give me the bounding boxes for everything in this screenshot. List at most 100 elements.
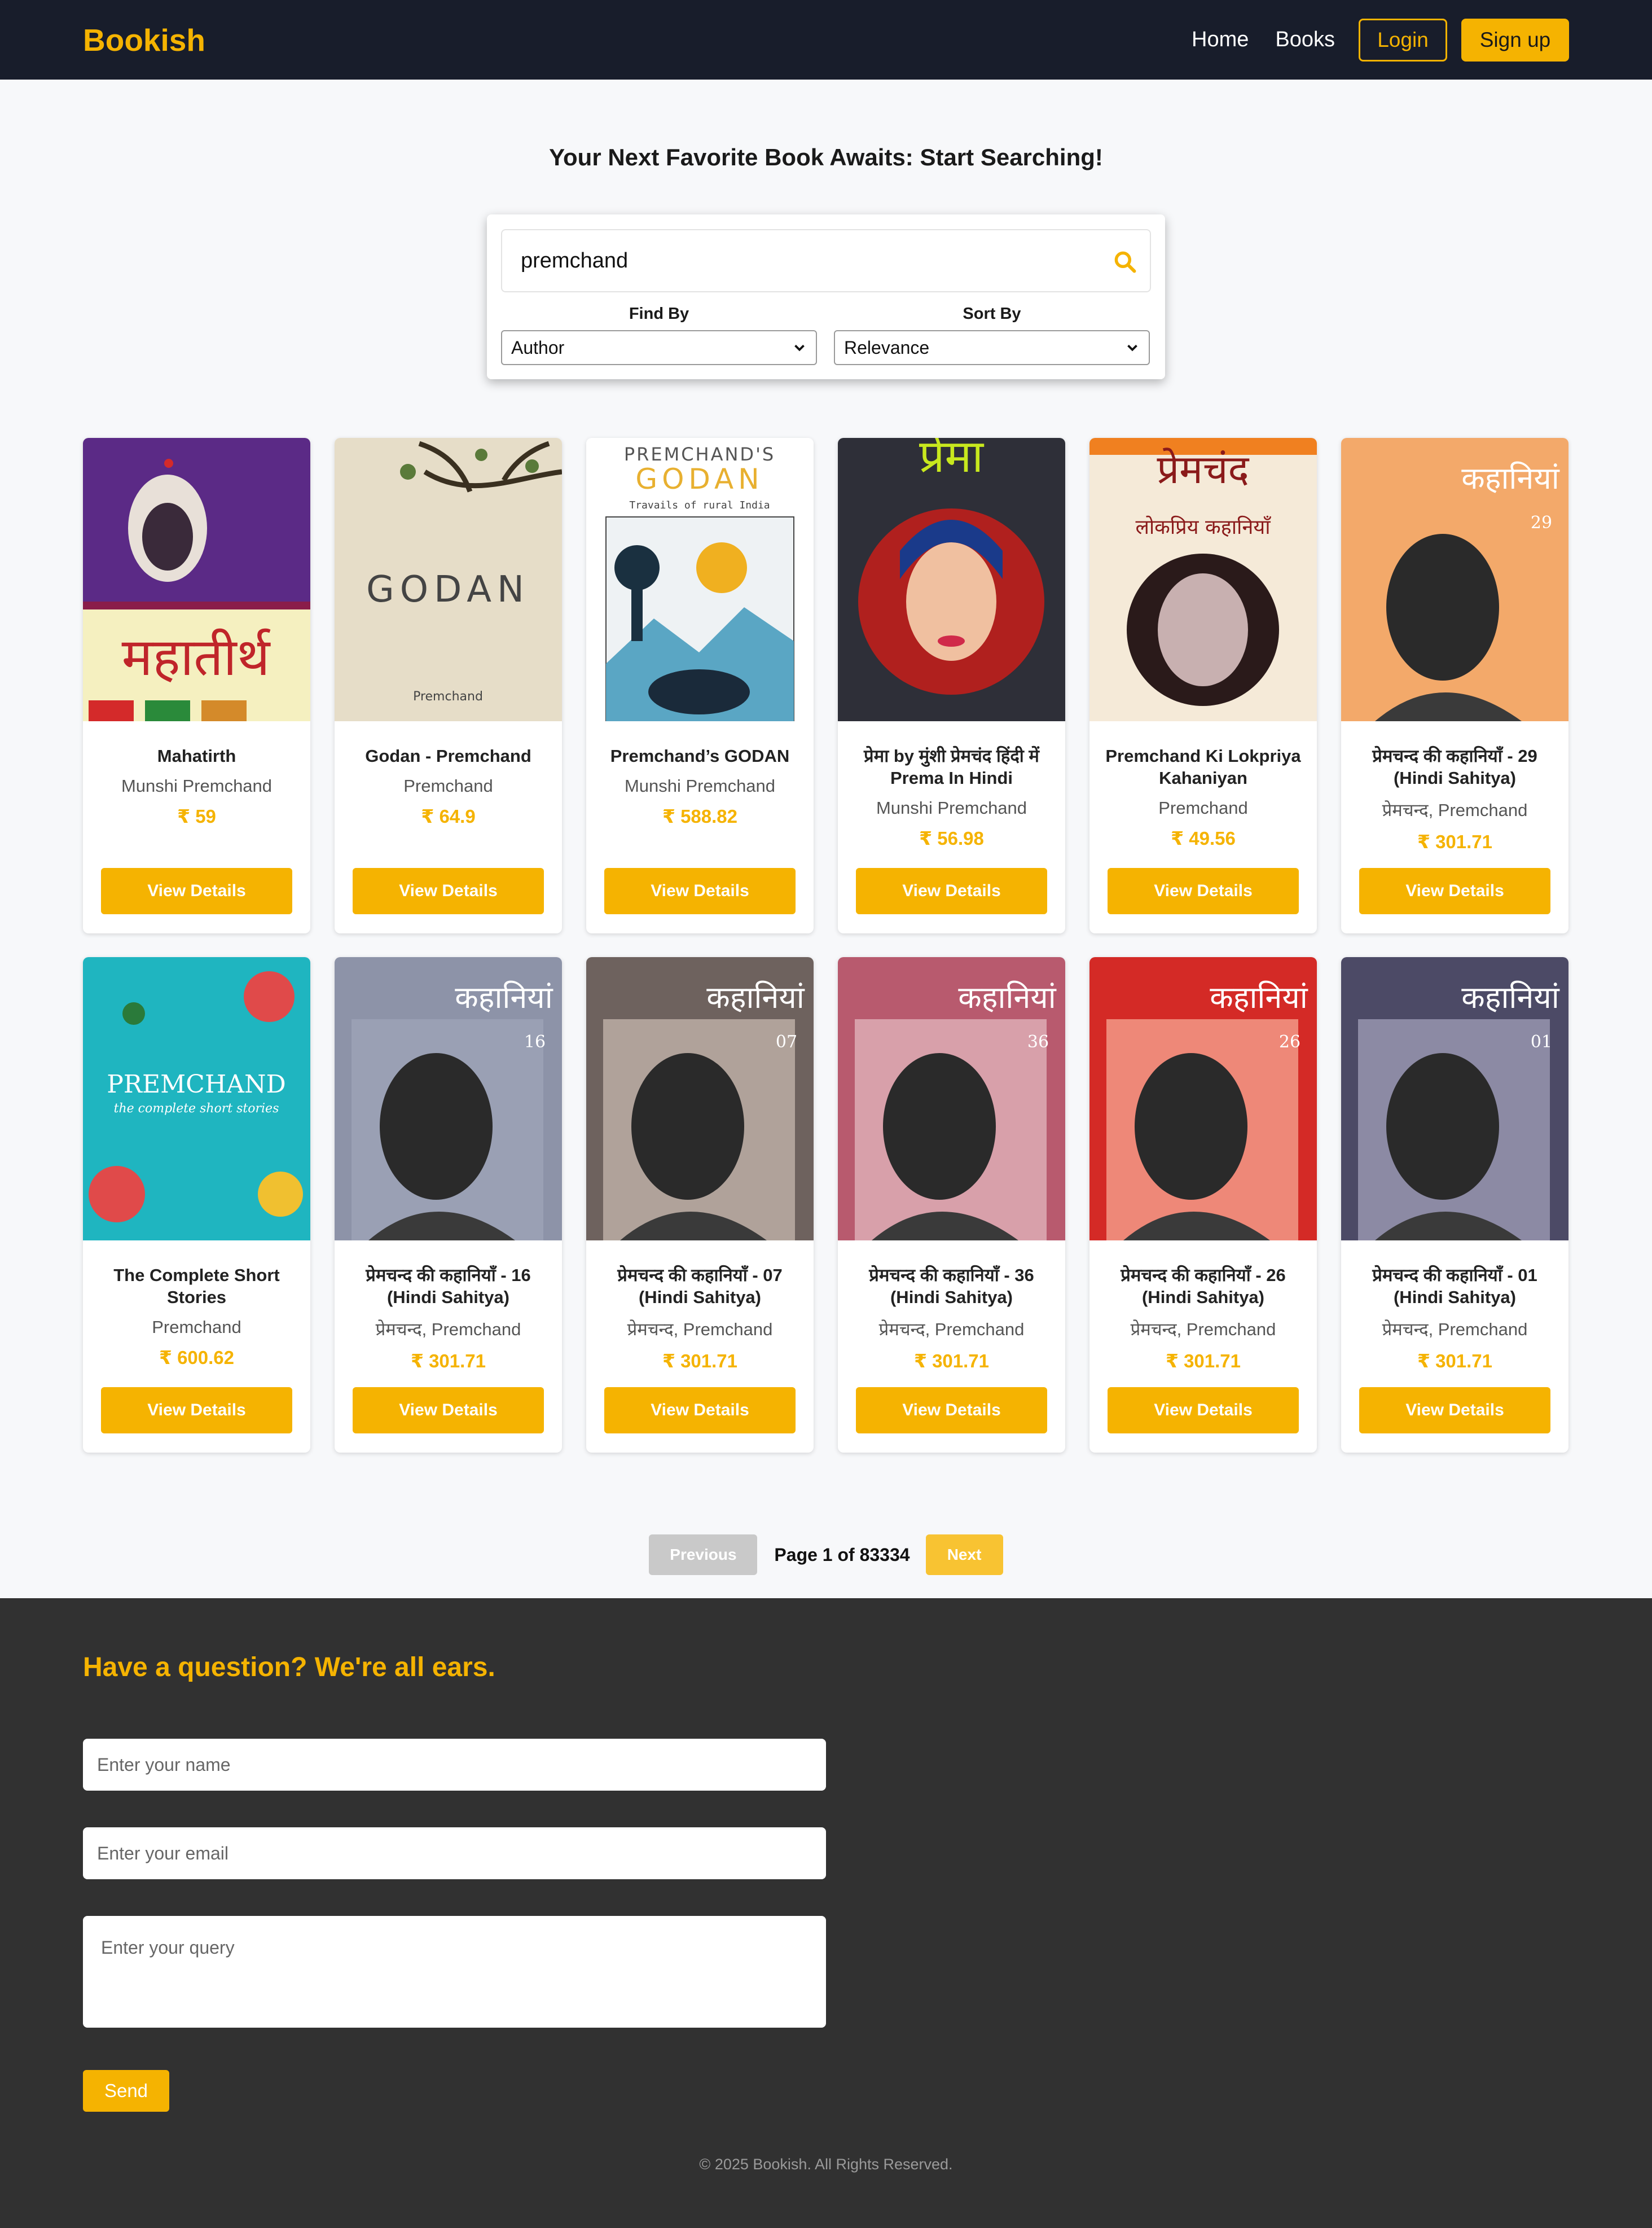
previous-page-button[interactable]: Previous <box>649 1534 758 1575</box>
view-details-button[interactable]: View Details <box>1108 1387 1299 1433</box>
book-cover[interactable]: कहानियां 07 <box>586 957 814 1240</box>
book-cover-image: PREMCHAND'S GODAN Travails of rural Indi… <box>586 438 814 721</box>
view-details-button[interactable]: View Details <box>101 868 292 914</box>
book-card: प्रेमा प्रेमा by मुंशी प्रेमचंद हिंदी मे… <box>838 438 1065 933</box>
book-cover[interactable]: कहानियां 29 <box>1341 438 1568 721</box>
view-details-button[interactable]: View Details <box>353 868 544 914</box>
book-card-body: प्रेमचन्द की कहानियाँ - 16 (Hindi Sahity… <box>335 1240 562 1453</box>
search-input[interactable]: premchand <box>501 229 1151 292</box>
book-card: GODAN Premchand Godan - Premchand Premch… <box>335 438 562 933</box>
book-card: PREMCHAND'S GODAN Travails of rural Indi… <box>586 438 814 933</box>
view-details-button[interactable]: View Details <box>1108 868 1299 914</box>
cover-title: GODAN <box>366 569 530 611</box>
book-card: प्रेमचंद लोकप्रिय कहानियाँ Premchand Ki … <box>1089 438 1317 933</box>
book-cover[interactable]: कहानियां 16 <box>335 957 562 1240</box>
search-icon[interactable] <box>1113 249 1137 274</box>
book-price: ₹ 59 <box>177 806 216 827</box>
book-title[interactable]: प्रेमा by मुंशी प्रेमचंद हिंदी में Prema… <box>851 745 1052 789</box>
book-title[interactable]: The Complete Short Stories <box>96 1264 297 1308</box>
book-cover[interactable]: कहानियां 01 <box>1341 957 1568 1240</box>
find-by-label: Find By <box>629 305 689 323</box>
footer: Have a question? We're all ears. Enter y… <box>0 1598 1652 2228</box>
view-details-button[interactable]: View Details <box>353 1387 544 1433</box>
book-author: Munshi Premchand <box>121 776 273 796</box>
nav-links: Home Books Login Sign up <box>1165 18 1569 62</box>
cover-top-text: PREMCHAND'S <box>624 444 775 465</box>
cover-title: GODAN <box>635 463 763 495</box>
view-details-button[interactable]: View Details <box>1359 868 1550 914</box>
book-title[interactable]: प्रेमचन्द की कहानियाँ - 26 (Hindi Sahity… <box>1103 1264 1303 1308</box>
query-textarea[interactable]: Enter your query <box>83 1916 826 2028</box>
nav-link-home[interactable]: Home <box>1192 28 1249 52</box>
next-page-button[interactable]: Next <box>925 1534 1003 1575</box>
book-cover[interactable]: कहानियां 26 <box>1089 957 1317 1240</box>
book-title[interactable]: प्रेमचन्द की कहानियाँ - 36 (Hindi Sahity… <box>851 1264 1052 1308</box>
book-title[interactable]: प्रेमचन्द की कहानियाँ - 01 (Hindi Sahity… <box>1355 1264 1555 1308</box>
chevron-down-icon <box>794 344 805 352</box>
find-by-select[interactable]: Author <box>501 330 817 365</box>
book-card: कहानियां 16 प्रेमचन्द की कहानियाँ - 16 (… <box>335 957 562 1453</box>
book-cover[interactable]: कहानियां 36 <box>838 957 1065 1240</box>
book-cover[interactable]: प्रेमचंद लोकप्रिय कहानियाँ <box>1089 438 1317 721</box>
name-field[interactable]: Enter your name <box>83 1739 826 1791</box>
email-field[interactable]: Enter your email <box>83 1827 826 1879</box>
book-card-body: Premchand’s GODAN Munshi Premchand ₹ 588… <box>586 721 814 933</box>
cover-title: प्रेमचंद <box>1157 446 1249 493</box>
view-details-button[interactable]: View Details <box>856 1387 1047 1433</box>
nav-link-books[interactable]: Books <box>1275 28 1335 52</box>
copyright-text: © 2025 Bookish. All Rights Reserved. <box>699 2156 953 2173</box>
brand-logo[interactable]: Bookish <box>83 22 205 58</box>
book-price: ₹ 301.71 <box>662 1350 738 1371</box>
view-details-button[interactable]: View Details <box>856 868 1047 914</box>
book-author: प्रेमचन्द, Premchand <box>878 1319 1025 1339</box>
view-details-button[interactable]: View Details <box>604 1387 796 1433</box>
book-cover-image: कहानियां 01 <box>1341 957 1568 1240</box>
book-author: Munshi Premchand <box>624 776 776 796</box>
cover-title: कहानियां <box>706 980 805 1015</box>
signup-button[interactable]: Sign up <box>1461 18 1569 62</box>
book-title[interactable]: Godan - Premchand <box>348 745 548 767</box>
sort-by-label: Sort By <box>963 305 1021 323</box>
book-title[interactable]: प्रेमचन्द की कहानियाँ - 16 (Hindi Sahity… <box>348 1264 548 1308</box>
find-by-value: Author <box>511 337 565 358</box>
book-title[interactable]: प्रेमचन्द की कहानियाँ - 29 (Hindi Sahity… <box>1355 745 1555 789</box>
book-price: ₹ 301.71 <box>410 1350 486 1371</box>
book-price: ₹ 301.71 <box>1165 1350 1241 1371</box>
book-cover[interactable]: महातीर्थ <box>83 438 310 721</box>
cover-subtitle: the complete short stories <box>114 1102 279 1116</box>
book-author: प्रेमचन्द, Premchand <box>1382 800 1528 820</box>
send-button[interactable]: Send <box>83 2070 169 2112</box>
cover-author: Premchand <box>413 690 483 704</box>
book-cover-image: प्रेमा <box>838 438 1065 721</box>
book-author: प्रेमचन्द, Premchand <box>375 1319 521 1339</box>
cover-subtitle: लोकप्रिय कहानियाँ <box>1135 515 1271 539</box>
book-cover[interactable]: प्रेमा <box>838 438 1065 721</box>
cover-title: प्रेमा <box>919 438 984 483</box>
book-title[interactable]: Mahatirth <box>96 745 297 767</box>
book-title[interactable]: Premchand’s GODAN <box>600 745 800 767</box>
book-title[interactable]: Premchand Ki Lokpriya Kahaniyan <box>1103 745 1303 789</box>
book-cover-image: महातीर्थ <box>83 438 310 721</box>
hero-title: Your Next Favorite Book Awaits: Start Se… <box>549 144 1103 170</box>
book-card-body: प्रेमचन्द की कहानियाँ - 36 (Hindi Sahity… <box>838 1240 1065 1453</box>
top-navbar: Bookish Home Books Login Sign up <box>0 0 1652 80</box>
book-title[interactable]: प्रेमचन्द की कहानियाँ - 07 (Hindi Sahity… <box>600 1264 800 1308</box>
view-details-button[interactable]: View Details <box>604 868 796 914</box>
book-cover[interactable]: PREMCHAND the complete short stories <box>83 957 310 1240</box>
book-cover[interactable]: PREMCHAND'S GODAN Travails of rural Indi… <box>586 438 814 721</box>
cover-title: कहानियां <box>455 980 553 1015</box>
view-details-button[interactable]: View Details <box>101 1387 292 1433</box>
search-input-value: premchand <box>521 248 629 273</box>
book-card: कहानियां 01 प्रेमचन्द की कहानियाँ - 01 (… <box>1341 957 1568 1453</box>
book-price: ₹ 301.71 <box>913 1350 990 1371</box>
view-details-button[interactable]: View Details <box>1359 1387 1550 1433</box>
login-button[interactable]: Login <box>1359 18 1447 62</box>
book-cover[interactable]: GODAN Premchand <box>335 438 562 721</box>
cover-subtitle: Travails of rural India <box>629 499 770 511</box>
sort-by-select[interactable]: Relevance <box>834 330 1150 365</box>
book-card-body: प्रेमचन्द की कहानियाँ - 26 (Hindi Sahity… <box>1089 1240 1317 1453</box>
book-grid: महातीर्थ Mahatirth Munshi Premchand ₹ 59… <box>83 438 1569 1453</box>
book-author: Premchand <box>403 776 493 796</box>
cover-number: 07 <box>776 1032 797 1052</box>
book-price: ₹ 56.98 <box>919 828 984 849</box>
